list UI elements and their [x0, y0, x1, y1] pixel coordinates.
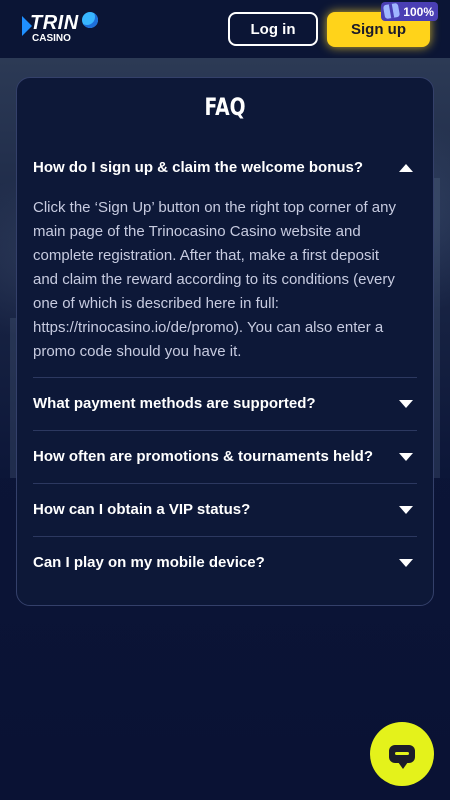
faq-question: How often are promotions & tournaments h…: [33, 448, 374, 465]
divider: [33, 430, 417, 431]
trino-casino-logo[interactable]: TRIN CASINO: [22, 12, 98, 46]
chevron-up-icon[interactable]: [399, 164, 413, 172]
faq-item-payment-methods[interactable]: What payment methods are supported?: [33, 394, 417, 416]
logo-ball-icon: [82, 12, 98, 28]
bonus-badge-text: 100%: [403, 4, 434, 19]
logo-subtext: CASINO: [32, 33, 71, 44]
chevron-down-icon[interactable]: [399, 506, 413, 514]
faq-question: What payment methods are supported?: [33, 395, 316, 412]
faq-item-vip-status[interactable]: How can I obtain a VIP status?: [33, 500, 417, 522]
faq-title: FAQ: [204, 93, 246, 121]
faq-question: How can I obtain a VIP status?: [33, 501, 251, 518]
chat-icon: [389, 745, 415, 769]
page: TRIN CASINO Log in Sign up 100% FAQ How …: [0, 0, 450, 800]
faq-answer: Click the ‘Sign Up’ button on the right …: [33, 199, 396, 360]
live-chat-button[interactable]: [370, 722, 434, 786]
bonus-badge[interactable]: 100%: [381, 2, 438, 21]
faq-question: How do I sign up & claim the welcome bon…: [33, 159, 364, 176]
faq-card: FAQ How do I sign up & claim the welcome…: [16, 77, 434, 606]
faq-item-sign-up[interactable]: How do I sign up & claim the welcome bon…: [33, 158, 417, 360]
chevron-down-icon[interactable]: [399, 400, 413, 408]
chevron-down-icon[interactable]: [399, 559, 413, 567]
gift-icon: [382, 2, 401, 20]
divider: [33, 377, 417, 378]
login-button[interactable]: Log in: [228, 12, 318, 46]
faq-item-promotions[interactable]: How often are promotions & tournaments h…: [33, 447, 417, 469]
faq-item-mobile-device[interactable]: Can I play on my mobile device?: [33, 553, 417, 575]
logo-text: TRIN: [30, 12, 79, 34]
faq-question: Can I play on my mobile device?: [33, 554, 265, 571]
divider: [33, 483, 417, 484]
chevron-down-icon[interactable]: [399, 453, 413, 461]
divider: [33, 536, 417, 537]
